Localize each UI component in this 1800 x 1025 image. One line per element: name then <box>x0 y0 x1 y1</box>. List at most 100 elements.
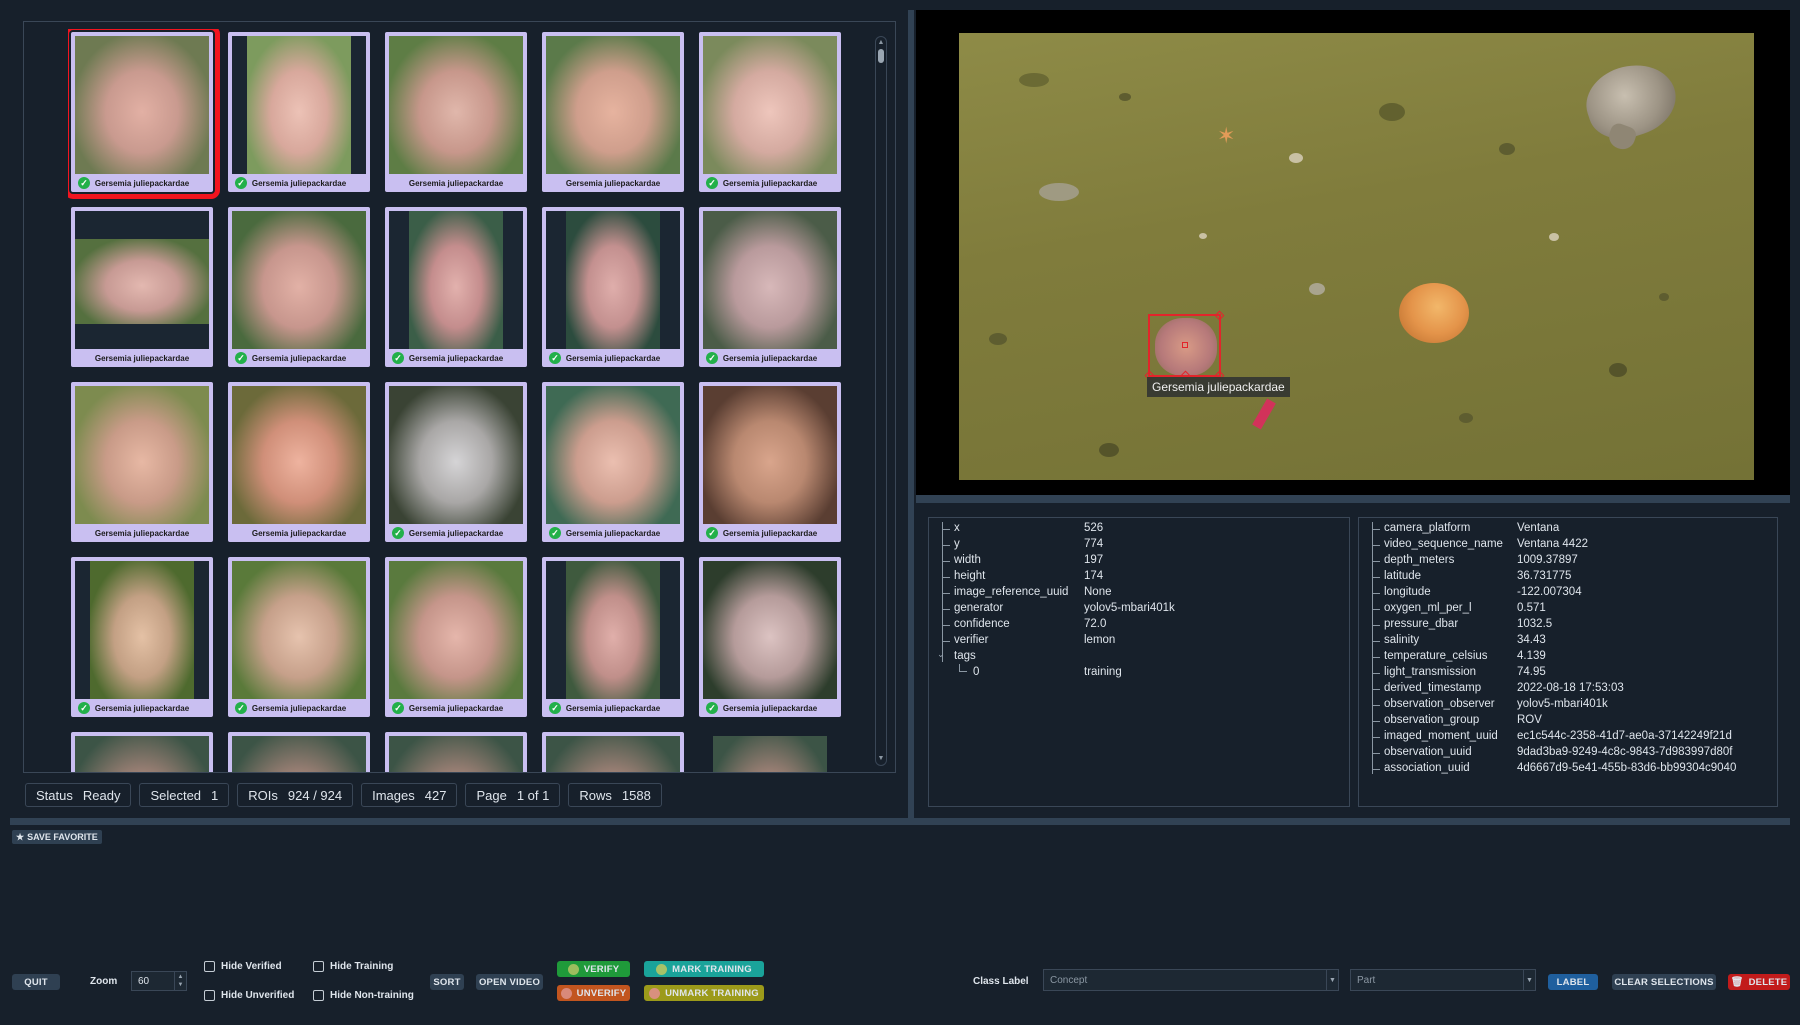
verified-check-icon: ✓ <box>706 702 718 714</box>
roi-thumbnail[interactable]: ✓ Gersemia juliepackardae <box>699 382 841 542</box>
video-frame[interactable]: ✶ Gersemia juliepackardae <box>959 33 1754 480</box>
verified-check-icon: ✓ <box>392 702 404 714</box>
hide-training-checkbox[interactable]: Hide Training <box>313 961 393 972</box>
thumbnail-label-text: Gersemia juliepackardae <box>565 353 661 363</box>
roi-thumbnail-partial[interactable] <box>699 732 841 772</box>
thumbnail-label: ✓ Gersemia juliepackardae <box>703 701 837 715</box>
scroll-down-arrow-icon[interactable]: ▼ <box>877 755 885 763</box>
hide-unverified-box[interactable] <box>204 990 215 1001</box>
status-label: Status <box>36 787 73 803</box>
grid-scrollbar[interactable]: ▲ ▼ <box>875 36 887 766</box>
selected-cell: Selected 1 <box>139 783 230 807</box>
roi-thumbnail-partial[interactable] <box>71 732 213 772</box>
thumbnail-image <box>232 211 366 349</box>
save-favorite-button[interactable]: ★ SAVE FAVORITE <box>12 830 102 844</box>
hide-verified-box[interactable] <box>204 961 215 972</box>
mark-training-button[interactable]: MARK TRAINING <box>644 961 764 977</box>
hide-training-label: Hide Training <box>330 961 394 972</box>
delete-button[interactable]: 🗑 DELETE <box>1728 974 1790 990</box>
hide-training-box[interactable] <box>313 961 324 972</box>
metadata-key: observation_group <box>1384 714 1480 726</box>
thumbnail-image <box>703 386 837 524</box>
bbox-handle-tr[interactable] <box>1214 310 1225 321</box>
page-value: 1 of 1 <box>516 787 550 803</box>
bounding-box[interactable] <box>1144 310 1225 381</box>
concept-dropdown-arrow-icon[interactable]: ▼ <box>1326 970 1338 990</box>
roi-thumbnail[interactable]: ✓ Gersemia juliepackardae <box>71 557 213 717</box>
red-object <box>1252 398 1276 430</box>
roi-thumbnail[interactable]: ✓ Gersemia juliepackardae <box>228 32 370 192</box>
verified-check-icon: ✓ <box>235 177 247 189</box>
thumbnail-image <box>389 211 523 349</box>
roi-thumbnail[interactable]: Gersemia juliepackardae <box>385 32 527 192</box>
roi-thumbnail[interactable]: ✓ Gersemia juliepackardae <box>228 557 370 717</box>
metadata-value: 1009.37897 <box>1517 554 1578 566</box>
roi-thumbnail[interactable]: ✓ Gersemia juliepackardae <box>699 207 841 367</box>
roi-thumbnail-partial[interactable] <box>542 732 684 772</box>
roi-thumbnail[interactable]: ✓ Gersemia juliepackardae <box>228 207 370 367</box>
roi-thumbnail[interactable]: ✓ Gersemia juliepackardae <box>68 29 220 199</box>
roi-thumbnail[interactable]: ✓ Gersemia juliepackardae <box>542 382 684 542</box>
roi-thumbnail[interactable]: ✓ Gersemia juliepackardae <box>542 557 684 717</box>
roi-thumbnail[interactable]: ✓ Gersemia juliepackardae <box>699 557 841 717</box>
roi-thumbnail-partial[interactable] <box>385 732 527 772</box>
clear-selections-button[interactable]: CLEAR SELECTIONS <box>1612 974 1716 990</box>
horizontal-splitter[interactable] <box>10 818 1790 825</box>
thumbnail-image <box>232 736 366 772</box>
bbox-center-handle[interactable] <box>1182 342 1188 348</box>
verify-button[interactable]: VERIFY <box>557 961 630 977</box>
thumbnail-label: ✓ Gersemia juliepackardae <box>703 351 837 365</box>
unmark-training-button[interactable]: UNMARK TRAINING <box>644 985 764 1001</box>
hide-non-training-checkbox[interactable]: Hide Non-training <box>313 990 414 1001</box>
page-label: Page <box>476 787 507 803</box>
thumbnail-label-text: Gersemia juliepackardae <box>722 178 818 188</box>
thumbnail-image <box>546 36 680 174</box>
localization-key: y <box>954 538 960 550</box>
part-dropdown-arrow-icon[interactable]: ▼ <box>1523 970 1535 990</box>
concept-placeholder: Concept <box>1050 974 1088 986</box>
rows-cell: Rows 1588 <box>568 783 662 807</box>
hide-unverified-checkbox[interactable]: Hide Unverified <box>204 990 294 1001</box>
localization-value: 174 <box>1084 570 1104 582</box>
metadata-key: imaged_moment_uuid <box>1384 730 1498 742</box>
label-button[interactable]: LABEL <box>1548 974 1598 990</box>
grid-scroll-thumb[interactable] <box>878 49 884 63</box>
zoom-down-icon[interactable]: ▼ <box>174 980 186 990</box>
roi-thumbnail-partial[interactable] <box>228 732 370 772</box>
roi-thumbnail[interactable]: ✓ Gersemia juliepackardae <box>385 207 527 367</box>
sort-button[interactable]: SORT <box>430 974 464 990</box>
zoom-stepper[interactable]: 60 ▲ ▼ <box>131 971 187 991</box>
thumbnail-grid-panel: ✓ Gersemia juliepackardae ✓ Gersemia juliep… <box>23 21 896 773</box>
open-video-button[interactable]: OPEN VIDEO <box>476 974 543 990</box>
unverify-button[interactable]: UNVERIFY <box>557 985 630 1001</box>
metadata-value: 0.571 <box>1517 602 1546 614</box>
thumbnail-label-text: Gersemia juliepackardae <box>251 353 347 363</box>
rois-cell: ROIs 924 / 924 <box>237 783 354 807</box>
scroll-up-arrow-icon[interactable]: ▲ <box>877 39 885 47</box>
verified-check-icon: ✓ <box>549 352 561 364</box>
vertical-splitter[interactable] <box>908 10 914 818</box>
thumbnail-label-text: Gersemia juliepackardae <box>565 528 661 538</box>
roi-thumbnail[interactable]: ✓ Gersemia juliepackardae <box>542 207 684 367</box>
concept-combobox[interactable]: Concept ▼ <box>1043 969 1339 991</box>
thumbnail-image <box>75 736 209 772</box>
roi-thumbnail[interactable]: ✓ Gersemia juliepackardae <box>385 557 527 717</box>
right-panel-splitter[interactable] <box>916 495 1790 503</box>
thumbnail-label: Gersemia juliepackardae <box>75 526 209 540</box>
part-combobox[interactable]: Part ▼ <box>1350 969 1536 991</box>
roi-thumbnail[interactable]: Gersemia juliepackardae <box>228 382 370 542</box>
tags-expand-chevron-icon[interactable]: ⌄ <box>937 649 945 660</box>
metadata-value: 74.95 <box>1517 666 1546 678</box>
roi-thumbnail[interactable]: Gersemia juliepackardae <box>71 207 213 367</box>
thumbnail-label-text: Gersemia juliepackardae <box>94 528 190 538</box>
star-icon: ★ <box>16 831 25 842</box>
metadata-value: -122.007304 <box>1517 586 1582 598</box>
roi-thumbnail[interactable]: Gersemia juliepackardae <box>71 382 213 542</box>
localization-value: 72.0 <box>1084 618 1107 630</box>
quit-button[interactable]: QUIT <box>12 974 60 990</box>
roi-thumbnail[interactable]: ✓ Gersemia juliepackardae <box>385 382 527 542</box>
roi-thumbnail[interactable]: Gersemia juliepackardae <box>542 32 684 192</box>
hide-verified-checkbox[interactable]: Hide Verified <box>204 961 282 972</box>
roi-thumbnail[interactable]: ✓ Gersemia juliepackardae <box>699 32 841 192</box>
hide-non-training-box[interactable] <box>313 990 324 1001</box>
